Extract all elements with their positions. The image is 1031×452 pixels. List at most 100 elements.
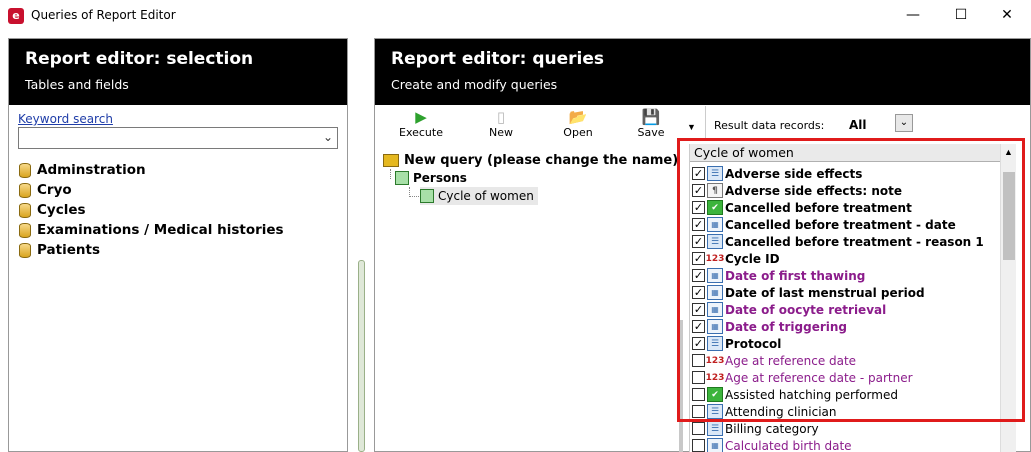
- field-checkbox[interactable]: [692, 439, 705, 452]
- field-row[interactable]: ✓ ☰ Adverse side effects: [692, 165, 862, 182]
- field-checkbox[interactable]: ✓: [692, 252, 705, 265]
- execute-button[interactable]: ▶ Execute: [391, 108, 451, 139]
- field-label: Age at reference date - partner: [725, 370, 913, 385]
- field-row[interactable]: ✓ ☰ Cancelled before treatment - reason 1: [692, 233, 984, 250]
- tree-item-label: Examinations / Medical histories: [37, 222, 284, 238]
- field-label: Adverse side effects: [725, 166, 863, 181]
- database-icon: [19, 162, 31, 178]
- field-row[interactable]: ✔ Assisted hatching performed: [692, 386, 898, 403]
- field-row[interactable]: ✓ ▦ Date of oocyte retrieval: [692, 301, 886, 318]
- query-root-node[interactable]: New query (please change the name): [383, 151, 678, 169]
- field-checkbox[interactable]: [692, 354, 705, 367]
- tree-item-cycles[interactable]: Cycles: [19, 200, 284, 220]
- field-checkbox[interactable]: ✓: [692, 286, 705, 299]
- close-button[interactable]: ✕: [984, 0, 1030, 31]
- toolbar-separator: [705, 106, 706, 138]
- field-row[interactable]: ✓ 123 Cycle ID: [692, 250, 780, 267]
- field-checkbox[interactable]: ✓: [692, 303, 705, 316]
- field-checkbox[interactable]: ✓: [692, 337, 705, 350]
- field-checkbox[interactable]: ✓: [692, 201, 705, 214]
- query-node-cycle-of-women[interactable]: Cycle of women: [420, 187, 538, 205]
- scroll-up-icon[interactable]: ▲: [1001, 144, 1016, 160]
- field-row[interactable]: 123 Age at reference date: [692, 352, 856, 369]
- table-icon: [395, 171, 409, 185]
- list-field-icon: ☰: [707, 234, 723, 249]
- field-row[interactable]: ☰ Attending clinician: [692, 403, 836, 420]
- field-row[interactable]: ✓ ☰ Protocol: [692, 335, 781, 352]
- query-tree: New query (please change the name) Perso…: [383, 151, 678, 205]
- tree-item-examinations[interactable]: Examinations / Medical histories: [19, 220, 284, 240]
- field-checkbox[interactable]: ✓: [692, 184, 705, 197]
- tree-item-adminstration[interactable]: Adminstration: [19, 160, 284, 180]
- toolbar-overflow-button[interactable]: ▼: [687, 122, 696, 132]
- keyword-search-input[interactable]: ⌄: [18, 127, 338, 149]
- field-row[interactable]: 123 Age at reference date - partner: [692, 369, 913, 386]
- result-records-label: Result data records:: [714, 119, 825, 132]
- field-checkbox[interactable]: ✓: [692, 218, 705, 231]
- tree-item-label: Cryo: [37, 182, 72, 198]
- new-button[interactable]: ▯ New: [471, 108, 531, 139]
- field-checkbox[interactable]: [692, 422, 705, 435]
- table-icon: [420, 189, 434, 203]
- query-node-label: Cycle of women: [438, 189, 534, 203]
- fields-scrollbar[interactable]: ▲: [1000, 144, 1016, 452]
- field-label: Age at reference date: [725, 353, 857, 368]
- note-field-icon: ¶: [707, 183, 723, 198]
- tree-item-label: Cycles: [37, 202, 86, 218]
- open-label: Open: [563, 126, 593, 139]
- tree-item-cryo[interactable]: Cryo: [19, 180, 284, 200]
- date-field-icon: ▦: [707, 217, 723, 232]
- field-checkbox[interactable]: ✓: [692, 167, 705, 180]
- field-row[interactable]: ▦ Calculated birth date: [692, 437, 852, 452]
- field-label: Protocol: [725, 336, 782, 351]
- field-row[interactable]: ☰ Billing category: [692, 420, 819, 437]
- chevron-down-icon[interactable]: ⌄: [323, 130, 333, 144]
- date-field-icon: ▦: [707, 268, 723, 283]
- field-label: Calculated birth date: [725, 438, 852, 452]
- query-node-label: Persons: [413, 171, 467, 185]
- list-field-icon: ☰: [707, 336, 723, 351]
- tree-item-patients[interactable]: Patients: [19, 240, 284, 260]
- field-row[interactable]: ✓ ▦ Date of triggering: [692, 318, 847, 335]
- database-icon: [19, 222, 31, 238]
- field-row[interactable]: ✓ ▦ Date of last menstrual period: [692, 284, 925, 301]
- field-row[interactable]: ✓ ▦ Date of first thawing: [692, 267, 865, 284]
- field-label: Cancelled before treatment: [725, 200, 912, 215]
- open-folder-icon: 📂: [568, 108, 588, 126]
- field-label: Assisted hatching performed: [725, 387, 898, 402]
- checkbox-field-icon: ✔: [707, 200, 723, 215]
- field-checkbox[interactable]: ✓: [692, 320, 705, 333]
- keyword-search-label[interactable]: Keyword search: [18, 112, 113, 126]
- field-label: Date of last menstrual period: [725, 285, 925, 300]
- field-row[interactable]: ✓ ✔ Cancelled before treatment: [692, 199, 912, 216]
- field-row[interactable]: ✓ ¶ Adverse side effects: note: [692, 182, 902, 199]
- field-label: Attending clinician: [725, 404, 837, 419]
- number-field-icon: 123: [705, 355, 725, 366]
- maximize-button[interactable]: ☐: [938, 0, 984, 31]
- new-label: New: [489, 126, 513, 139]
- scrollbar-thumb[interactable]: [1003, 172, 1015, 260]
- field-label: Date of first thawing: [725, 268, 866, 283]
- field-label: Cancelled before treatment - reason 1: [725, 234, 984, 249]
- query-node-persons[interactable]: Persons: [395, 169, 467, 187]
- field-checkbox[interactable]: [692, 371, 705, 384]
- field-checkbox[interactable]: ✓: [692, 235, 705, 248]
- panel-splitter[interactable]: [358, 260, 365, 452]
- result-records-dropdown[interactable]: ⌄: [895, 114, 913, 132]
- tree-scrollbar[interactable]: [679, 320, 683, 452]
- field-checkbox[interactable]: [692, 405, 705, 418]
- checkbox-field-icon: ✔: [707, 387, 723, 402]
- window-title: Queries of Report Editor: [31, 8, 176, 22]
- field-checkbox[interactable]: [692, 388, 705, 401]
- field-checkbox[interactable]: ✓: [692, 269, 705, 282]
- new-document-icon: ▯: [496, 108, 506, 126]
- save-disk-icon: 💾: [641, 108, 661, 126]
- field-row[interactable]: ✓ ▦ Cancelled before treatment - date: [692, 216, 956, 233]
- minimize-button[interactable]: —: [890, 0, 936, 31]
- open-button[interactable]: 📂 Open: [548, 108, 608, 139]
- result-records-value[interactable]: All: [849, 118, 867, 132]
- execute-label: Execute: [399, 126, 443, 139]
- save-button[interactable]: 💾 Save: [621, 108, 681, 139]
- play-icon: ▶: [415, 108, 427, 126]
- selection-panel-header: Report editor: selection Tables and fiel…: [9, 39, 347, 105]
